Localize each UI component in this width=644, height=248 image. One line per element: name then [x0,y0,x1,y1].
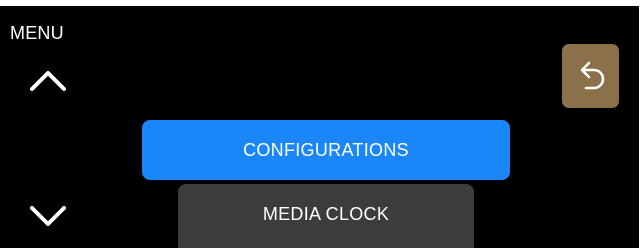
menu-title: MENU [10,23,64,43]
back-button[interactable] [562,44,619,108]
scroll-up-button[interactable] [24,62,72,98]
menu-screen: MENU CONFIGURATIONS MEDIA CLOCK [0,6,639,248]
scroll-down-button[interactable] [24,198,72,234]
chevron-down-icon [30,206,66,226]
menu-item-configurations[interactable]: CONFIGURATIONS [142,120,510,180]
menu-item-label: MEDIA CLOCK [262,203,390,224]
back-arrow-icon [580,61,604,90]
menu-item-media-clock[interactable]: MEDIA CLOCK [178,184,474,248]
menu-item-label: CONFIGURATIONS [243,139,409,160]
chevron-up-icon [30,71,66,91]
